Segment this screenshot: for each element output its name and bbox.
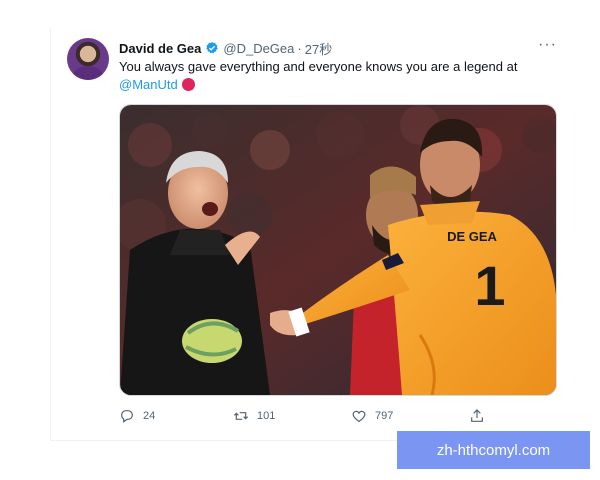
tweet-actions: 24 101 797: [119, 406, 539, 426]
like-count: 797: [375, 410, 394, 422]
tweet-card[interactable]: David de Gea @D_DeGea · 27秒 ··· You alwa…: [50, 28, 573, 441]
tweet-photo[interactable]: DE GEA 1: [119, 104, 557, 396]
handle[interactable]: @D_DeGea: [223, 41, 294, 56]
more-icon[interactable]: ···: [538, 37, 557, 53]
like-button[interactable]: 797: [351, 408, 393, 424]
display-name[interactable]: David de Gea: [119, 41, 201, 56]
jersey-number: 1: [474, 254, 505, 317]
tweet-text: You always gave everything and everyone …: [119, 58, 559, 94]
mention-link[interactable]: @ManUtd: [119, 77, 178, 92]
verified-badge-icon: [205, 41, 219, 55]
retweet-count: 101: [257, 410, 276, 422]
goalkeeper-glove: [182, 319, 242, 363]
separator-dot: ·: [297, 40, 302, 56]
tweet-body: You always gave everything and everyone …: [119, 59, 518, 74]
avatar[interactable]: [67, 38, 109, 80]
retweet-button[interactable]: 101: [233, 408, 275, 424]
share-icon: [471, 409, 483, 422]
tweet-header: David de Gea @D_DeGea · 27秒 ···: [119, 37, 557, 58]
red-circle-emoji: [181, 78, 195, 91]
reply-count: 24: [143, 410, 156, 422]
share-button[interactable]: [469, 408, 493, 424]
reply-button[interactable]: 24: [119, 408, 155, 424]
like-icon: [352, 410, 366, 423]
reply-icon: [121, 410, 133, 423]
retweet-icon: [233, 412, 249, 420]
watermark-banner: zh-hthcomyl.com: [397, 431, 590, 469]
jersey-name: DE GEA: [447, 229, 497, 244]
timestamp[interactable]: 27秒: [305, 39, 332, 58]
